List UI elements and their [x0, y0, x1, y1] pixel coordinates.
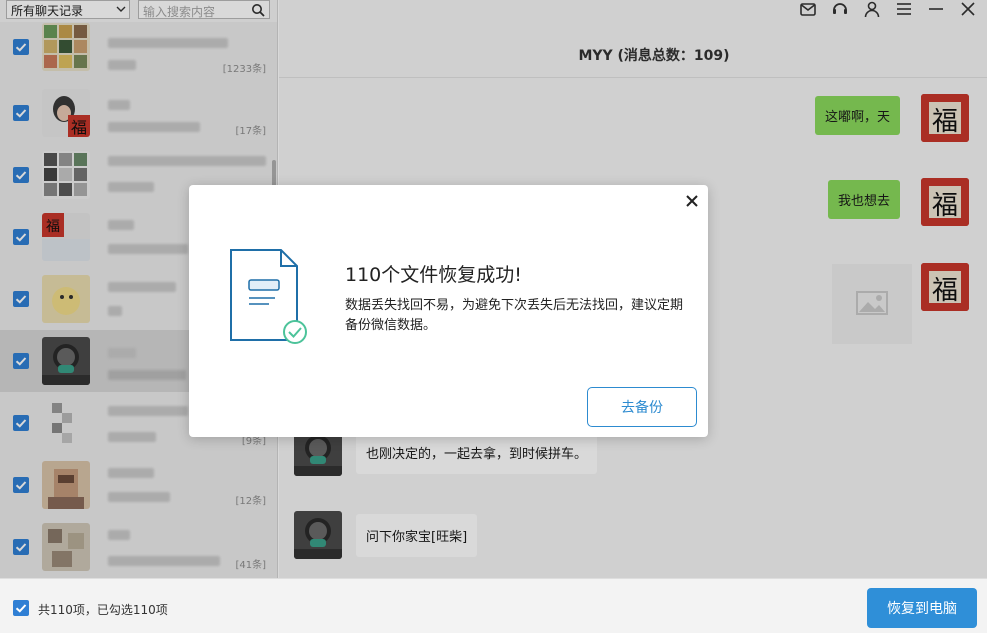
recovery-success-dialog: 110个文件恢复成功! 数据丢失找回不易，为避免下次丢失后无法找回，建议定期备份…: [189, 185, 708, 437]
selection-status: 共110项，已勾选110项: [38, 603, 168, 617]
bottom-bar: 共110项，已勾选110项 恢复到电脑: [0, 578, 987, 633]
restore-to-computer-button[interactable]: 恢复到电脑: [867, 588, 977, 628]
dialog-message: 数据丢失找回不易，为避免下次丢失后无法找回，建议定期备份微信数据。: [345, 298, 684, 333]
dialog-title: 110个文件恢复成功!: [345, 264, 522, 286]
file-success-icon: [230, 249, 307, 344]
checkmark-icon: [15, 604, 27, 613]
close-icon[interactable]: [683, 192, 701, 210]
select-all-checkbox[interactable]: [13, 600, 29, 616]
backup-button[interactable]: 去备份: [587, 387, 697, 427]
